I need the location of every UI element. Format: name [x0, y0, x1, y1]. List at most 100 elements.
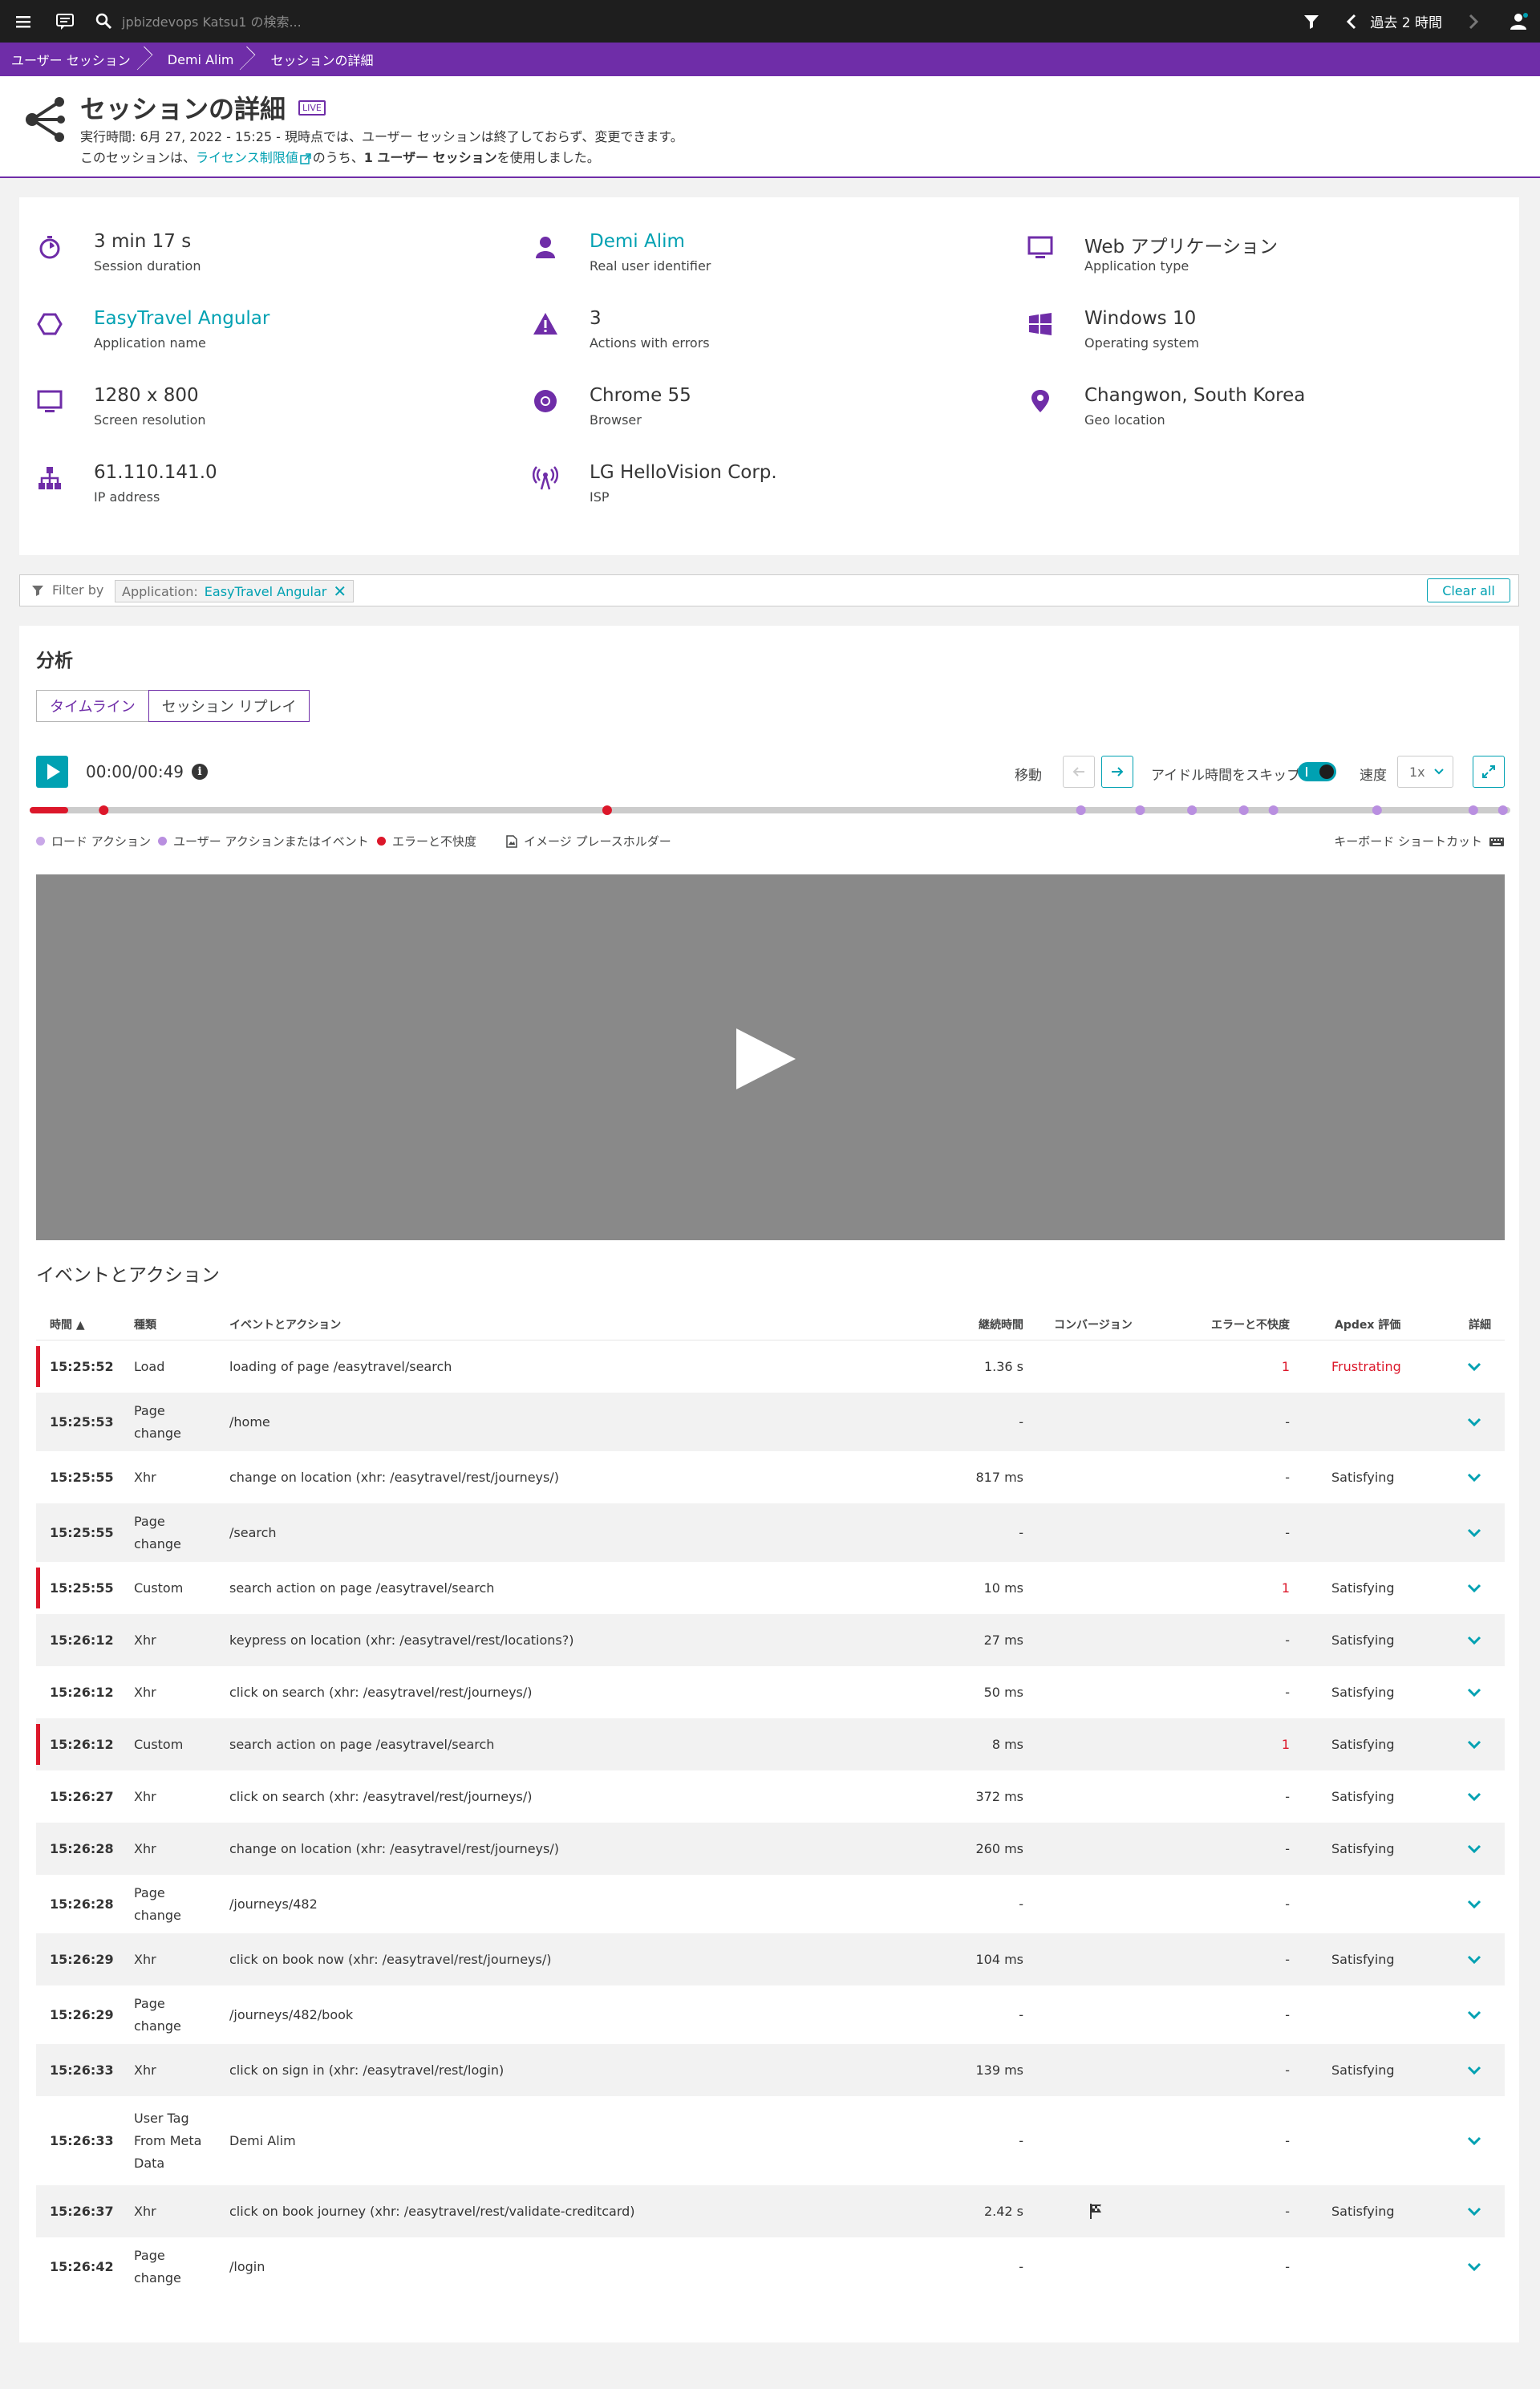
cell-time: 15:26:33	[50, 2062, 114, 2078]
breadcrumb-user[interactable]: Demi Alim	[147, 43, 250, 76]
cell-type: Xhr	[134, 2062, 156, 2078]
table-row[interactable]: 15:25:55 Xhr change on location (xhr: /eas…	[36, 1451, 1505, 1503]
chevron-down-icon[interactable]	[1465, 1579, 1484, 1598]
timeline-action-marker[interactable]	[1076, 805, 1086, 815]
filter-chip-application[interactable]: Application: EasyTravel Angular ✕	[115, 580, 355, 602]
chevron-down-icon[interactable]	[1465, 1683, 1484, 1702]
license-text-prefix: このセッションは、	[80, 150, 197, 165]
timeline-error-marker[interactable]	[99, 805, 109, 815]
table-row[interactable]: 15:25:55 Custom search action on page /eas…	[36, 1562, 1505, 1614]
user-identifier-link[interactable]: Demi Alim	[590, 231, 685, 252]
column-header-errors[interactable]: エラーと不快度	[1211, 1316, 1290, 1332]
replay-play-button[interactable]	[36, 756, 68, 788]
menu-icon[interactable]	[13, 11, 34, 32]
table-row[interactable]: 15:25:52 Load loading of page /easytravel/…	[36, 1341, 1505, 1393]
table-row[interactable]: 15:26:42 Page change/login - -	[36, 2237, 1505, 2296]
application-name-link[interactable]: EasyTravel Angular	[94, 308, 270, 329]
property-screen-resolution: 1280 x 800 Screen resolution	[37, 385, 486, 433]
session-replay-video[interactable]	[36, 874, 1505, 1240]
cell-event: search action on page /easytravel/search	[229, 1580, 495, 1596]
chevron-down-icon[interactable]	[1465, 2006, 1484, 2025]
table-row[interactable]: 15:26:37 Xhr click on book journey (xhr: /…	[36, 2185, 1505, 2237]
property-value: 1280 x 800	[94, 385, 199, 406]
next-event-button[interactable]	[1101, 756, 1133, 788]
table-row[interactable]: 15:26:28 Xhr change on location (xhr: /eas…	[36, 1823, 1505, 1875]
replay-timeline[interactable]	[30, 804, 1510, 817]
property-value: 3 min 17 s	[94, 231, 192, 252]
timeframe-selector[interactable]: 過去 2 時間	[1370, 11, 1442, 31]
chevron-right-icon[interactable]	[1465, 13, 1481, 30]
keyboard-shortcut-link[interactable]: キーボード ショートカット	[1334, 833, 1505, 850]
timeline-action-marker[interactable]	[1372, 805, 1382, 815]
tab-session-replay[interactable]: セッション リプレイ	[148, 690, 310, 722]
timeline-action-marker[interactable]	[1238, 805, 1249, 815]
table-row[interactable]: 15:26:12 Xhr keypress on location (xhr: /e…	[36, 1614, 1505, 1666]
table-row[interactable]: 15:26:28 Page change/journeys/482 - -	[36, 1875, 1505, 1933]
timeline-track[interactable]	[30, 807, 1510, 813]
filter-icon	[31, 584, 44, 597]
column-header-conversion[interactable]: コンバージョン	[1054, 1316, 1133, 1332]
error-indicator	[36, 1568, 40, 1608]
chevron-down-icon[interactable]	[1465, 1357, 1484, 1377]
cell-duration: 10 ms	[983, 1580, 1023, 1596]
column-header-type[interactable]: 種類	[134, 1316, 156, 1332]
breadcrumb-user-sessions[interactable]: ユーザー セッション	[0, 43, 147, 76]
chevron-down-icon[interactable]	[1465, 2061, 1484, 2080]
search-input[interactable]: jpbizdevops Katsu1 の検索...	[122, 11, 302, 30]
table-row[interactable]: 15:25:53 Page change/home - -	[36, 1393, 1505, 1451]
fullscreen-button[interactable]	[1473, 756, 1505, 788]
chevron-down-icon[interactable]	[1465, 1839, 1484, 1859]
info-icon[interactable]: i	[192, 764, 209, 780]
timeline-error-marker[interactable]	[602, 805, 612, 815]
speed-select[interactable]: 1x	[1397, 756, 1453, 788]
column-header-duration[interactable]: 継続時間	[979, 1316, 1023, 1332]
table-row[interactable]: 15:26:12 Xhr click on search (xhr: /easytr…	[36, 1666, 1505, 1718]
previous-event-button[interactable]	[1063, 756, 1095, 788]
chevron-down-icon[interactable]	[1465, 1895, 1484, 1914]
chat-icon[interactable]	[55, 11, 75, 32]
table-row[interactable]: 15:26:12 Custom search action on page /eas…	[36, 1718, 1505, 1770]
search-bar[interactable]: jpbizdevops Katsu1 の検索...	[95, 6, 496, 35]
chevron-down-icon[interactable]	[1465, 1950, 1484, 1969]
table-row[interactable]: 15:26:29 Xhr click on book now (xhr: /easy…	[36, 1933, 1505, 1985]
timeline-action-marker[interactable]	[1468, 805, 1478, 815]
user-icon[interactable]	[1510, 12, 1529, 31]
cell-errors: -	[1285, 1524, 1290, 1540]
table-row[interactable]: 15:26:27 Xhr click on search (xhr: /easytr…	[36, 1770, 1505, 1823]
timeline-action-marker[interactable]	[1187, 805, 1198, 815]
timeline-action-marker[interactable]	[1135, 805, 1145, 815]
replay-time: 00:00/00:49	[86, 762, 184, 781]
clear-all-button[interactable]: Clear all	[1427, 578, 1510, 602]
cell-type: Xhr	[134, 1684, 156, 1700]
table-row[interactable]: 15:26:29 Page change/journeys/482/book - -	[36, 1985, 1505, 2044]
chevron-down-icon[interactable]	[1465, 1468, 1484, 1487]
chevron-left-icon[interactable]	[1344, 13, 1360, 30]
filter-icon[interactable]	[1303, 13, 1320, 30]
cell-event: Demi Alim	[229, 2132, 296, 2148]
tab-timeline[interactable]: タイムライン	[36, 690, 148, 722]
cell-time: 15:26:12	[50, 1632, 114, 1648]
cell-event: search action on page /easytravel/search	[229, 1736, 495, 1752]
chevron-down-icon[interactable]	[1465, 1735, 1484, 1754]
cell-type: User Tag From Meta Data	[134, 2110, 202, 2171]
timeline-action-marker[interactable]	[1268, 805, 1279, 815]
close-icon[interactable]: ✕	[333, 583, 346, 599]
column-header-event[interactable]: イベントとアクション	[229, 1316, 341, 1332]
chevron-down-icon[interactable]	[1465, 1787, 1484, 1807]
chevron-down-icon[interactable]	[1465, 1631, 1484, 1650]
table-row[interactable]: 15:26:33 Xhr click on sign in (xhr: /easyt…	[36, 2044, 1505, 2096]
skip-idle-toggle[interactable]	[1298, 762, 1336, 781]
timeline-action-marker[interactable]	[1497, 805, 1508, 815]
license-limit-link[interactable]: ライセンス制限値	[196, 150, 298, 165]
column-header-apdex[interactable]: Apdex 評価	[1335, 1316, 1400, 1332]
property-value: Changwon, South Korea	[1084, 385, 1306, 406]
table-row[interactable]: 15:25:55 Page change/search - -	[36, 1503, 1505, 1562]
chevron-down-icon[interactable]	[1465, 2202, 1484, 2221]
chevron-down-icon[interactable]	[1465, 2257, 1484, 2277]
chevron-down-icon[interactable]	[1465, 1523, 1484, 1543]
column-header-time[interactable]: 時間 ▲	[50, 1316, 85, 1332]
chevron-down-icon[interactable]	[1465, 2131, 1484, 2151]
table-row[interactable]: 15:26:33 User Tag From Meta Data Demi Alim…	[36, 2096, 1505, 2185]
chevron-down-icon[interactable]	[1465, 1413, 1484, 1432]
video-play-icon[interactable]	[735, 1027, 797, 1091]
